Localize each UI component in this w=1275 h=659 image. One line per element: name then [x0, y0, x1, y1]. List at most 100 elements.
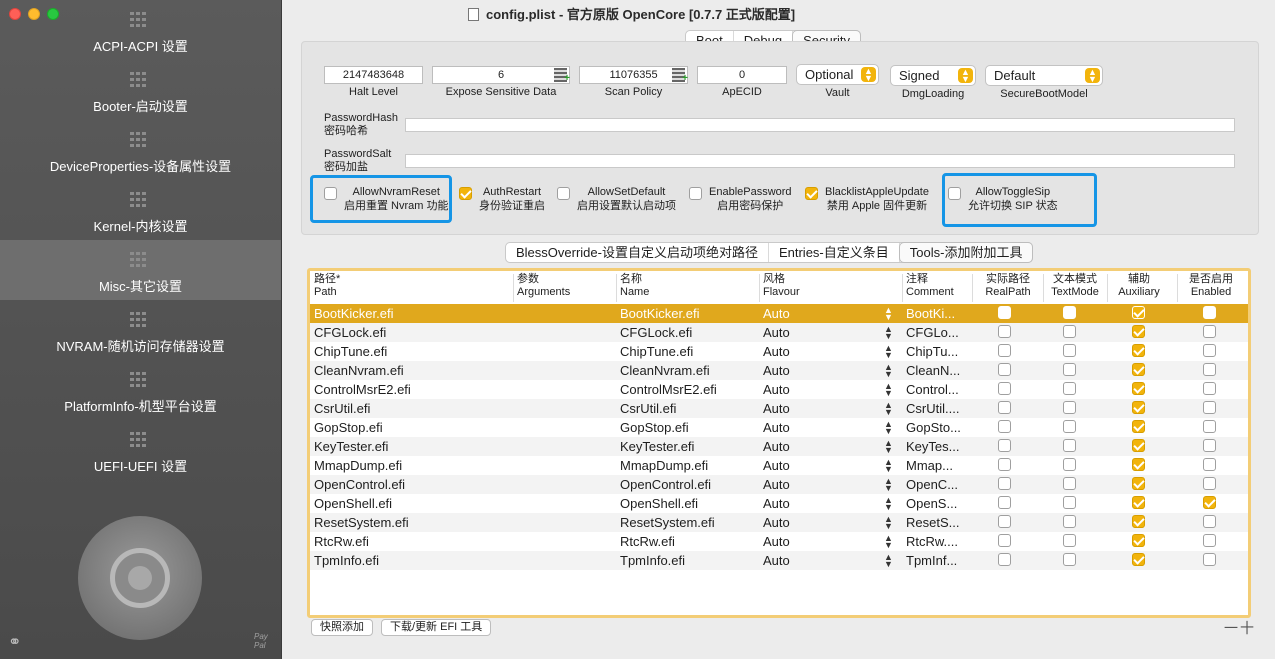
download-update-efi-tools-button[interactable]: 下载/更新 EFI 工具: [381, 619, 492, 636]
flavour-chevron-updown-icon[interactable]: ▲ ▼: [884, 477, 893, 493]
auxiliary-checkbox[interactable]: [1132, 325, 1145, 338]
auxiliary-checkbox[interactable]: [1132, 496, 1145, 509]
enabled-checkbox[interactable]: [1203, 344, 1216, 357]
snapshot-add-button[interactable]: 快照添加: [311, 619, 373, 636]
flavour-chevron-updown-icon[interactable]: ▲ ▼: [884, 420, 893, 436]
enabled-checkbox[interactable]: [1203, 363, 1216, 376]
realpath-checkbox[interactable]: [998, 515, 1011, 528]
textmode-checkbox[interactable]: [1063, 496, 1076, 509]
realpath-checkbox[interactable]: [998, 325, 1011, 338]
enabled-checkbox[interactable]: [1203, 306, 1216, 319]
auxiliary-checkbox[interactable]: [1132, 306, 1145, 319]
enabled-checkbox[interactable]: [1203, 439, 1216, 452]
enabled-checkbox[interactable]: [1203, 534, 1216, 547]
flavour-chevron-updown-icon[interactable]: ▲ ▼: [884, 325, 893, 341]
enabled-checkbox[interactable]: [1203, 477, 1216, 490]
textmode-checkbox[interactable]: [1063, 439, 1076, 452]
textmode-checkbox[interactable]: [1063, 344, 1076, 357]
textmode-checkbox[interactable]: [1063, 420, 1076, 433]
auxiliary-checkbox[interactable]: [1132, 534, 1145, 547]
table-row[interactable]: ResetSystem.efi ResetSystem.efi Auto ResetS…: [310, 513, 1248, 532]
sidebar-item-acpi[interactable]: ACPI-ACPI 设置: [0, 0, 281, 60]
realpath-checkbox[interactable]: [998, 496, 1011, 509]
calculator-icon[interactable]: [554, 68, 570, 87]
textmode-checkbox[interactable]: [1063, 306, 1076, 319]
add-remove-buttons[interactable]: 一十: [1224, 618, 1256, 638]
table-row[interactable]: OpenShell.efi OpenShell.efi Auto OpenS... ▲ ▼: [310, 494, 1248, 513]
sidebar-item-kernel[interactable]: Kernel-内核设置: [0, 180, 281, 240]
realpath-checkbox[interactable]: [998, 439, 1011, 452]
enabled-checkbox[interactable]: [1203, 458, 1216, 471]
flavour-chevron-updown-icon[interactable]: ▲ ▼: [884, 534, 893, 550]
password-hash-input[interactable]: [405, 118, 1235, 132]
share-icon[interactable]: ⚭: [8, 632, 21, 651]
flavour-chevron-updown-icon[interactable]: ▲ ▼: [884, 401, 893, 417]
realpath-checkbox[interactable]: [998, 553, 1011, 566]
auxiliary-checkbox[interactable]: [1132, 439, 1145, 452]
calculator-icon[interactable]: [672, 68, 688, 87]
sidebar-item-deviceproperties[interactable]: DeviceProperties-设备属性设置: [0, 120, 281, 180]
cell-flavour[interactable]: Auto: [763, 342, 873, 361]
textmode-checkbox[interactable]: [1063, 401, 1076, 414]
flavour-chevron-updown-icon[interactable]: ▲ ▼: [884, 382, 893, 398]
column-header-enabled[interactable]: 是否启用 Enabled: [1177, 273, 1245, 299]
realpath-checkbox[interactable]: [998, 458, 1011, 471]
column-header-path[interactable]: 路径* Path: [314, 273, 340, 299]
auxiliary-checkbox[interactable]: [1132, 420, 1145, 433]
cell-flavour[interactable]: Auto: [763, 323, 873, 342]
table-row[interactable]: ControlMsrE2.efi ControlMsrE2.efi Auto Cont…: [310, 380, 1248, 399]
table-row[interactable]: OpenControl.efi OpenControl.efi Auto OpenC.…: [310, 475, 1248, 494]
auxiliary-checkbox[interactable]: [1132, 553, 1145, 566]
tab-blessoverride[interactable]: BlessOverride-设置自定义启动项绝对路径: [506, 243, 769, 262]
flavour-chevron-updown-icon[interactable]: ▲ ▼: [884, 496, 893, 512]
realpath-checkbox[interactable]: [998, 382, 1011, 395]
cell-flavour[interactable]: Auto: [763, 456, 873, 475]
sidebar-item-uefi[interactable]: UEFI-UEFI 设置: [0, 420, 281, 480]
auxiliary-checkbox[interactable]: [1132, 477, 1145, 490]
enabled-checkbox[interactable]: [1203, 420, 1216, 433]
column-header-textmode[interactable]: 文本模式 TextMode: [1043, 273, 1107, 299]
enabled-checkbox[interactable]: [1203, 325, 1216, 338]
cell-flavour[interactable]: Auto: [763, 380, 873, 399]
flavour-chevron-updown-icon[interactable]: ▲ ▼: [884, 363, 893, 379]
textmode-checkbox[interactable]: [1063, 325, 1076, 338]
tab-tools[interactable]: Tools-添加附加工具: [899, 243, 1033, 262]
realpath-checkbox[interactable]: [998, 306, 1011, 319]
tab-entries[interactable]: Entries-自定义条目: [769, 243, 900, 262]
auxiliary-checkbox[interactable]: [1132, 401, 1145, 414]
realpath-checkbox[interactable]: [998, 477, 1011, 490]
vault-popup[interactable]: Optional ▲ ▼: [796, 64, 879, 85]
textmode-checkbox[interactable]: [1063, 458, 1076, 471]
table-row[interactable]: CFGLock.efi CFGLock.efi Auto CFGLo... ▲ ▼: [310, 323, 1248, 342]
realpath-checkbox[interactable]: [998, 344, 1011, 357]
table-row[interactable]: RtcRw.efi RtcRw.efi Auto RtcRw.... ▲ ▼: [310, 532, 1248, 551]
flavour-chevron-updown-icon[interactable]: ▲ ▼: [884, 344, 893, 360]
cell-flavour[interactable]: Auto: [763, 399, 873, 418]
flavour-chevron-updown-icon[interactable]: ▲ ▼: [884, 515, 893, 531]
table-row[interactable]: ChipTune.efi ChipTune.efi Auto ChipTu... ▲ ▼: [310, 342, 1248, 361]
halt-level-field[interactable]: 2147483648: [324, 66, 423, 84]
column-header-name[interactable]: 名称 Name: [620, 273, 649, 299]
column-header-comment[interactable]: 注释 Comment: [906, 273, 954, 299]
auxiliary-checkbox[interactable]: [1132, 382, 1145, 395]
table-row[interactable]: KeyTester.efi KeyTester.efi Auto KeyTes... ▲…: [310, 437, 1248, 456]
column-header-auxiliary[interactable]: 辅助 Auxiliary: [1107, 273, 1171, 299]
allowsetdefault-checkbox[interactable]: [557, 187, 570, 200]
enabled-checkbox[interactable]: [1203, 496, 1216, 509]
table-row[interactable]: BootKicker.efi BootKicker.efi Auto BootKi..…: [310, 304, 1248, 323]
textmode-checkbox[interactable]: [1063, 382, 1076, 395]
apecid-field[interactable]: 0: [697, 66, 787, 84]
cell-flavour[interactable]: Auto: [763, 304, 873, 323]
column-header-flavour[interactable]: 风格 Flavour: [763, 273, 800, 299]
textmode-checkbox[interactable]: [1063, 477, 1076, 490]
password-salt-input[interactable]: [405, 154, 1235, 168]
cell-flavour[interactable]: Auto: [763, 418, 873, 437]
realpath-checkbox[interactable]: [998, 420, 1011, 433]
table-row[interactable]: CleanNvram.efi CleanNvram.efi Auto CleanN..…: [310, 361, 1248, 380]
realpath-checkbox[interactable]: [998, 363, 1011, 376]
auxiliary-checkbox[interactable]: [1132, 515, 1145, 528]
realpath-checkbox[interactable]: [998, 534, 1011, 547]
cell-flavour[interactable]: Auto: [763, 494, 873, 513]
enabled-checkbox[interactable]: [1203, 515, 1216, 528]
flavour-chevron-updown-icon[interactable]: ▲ ▼: [884, 458, 893, 474]
